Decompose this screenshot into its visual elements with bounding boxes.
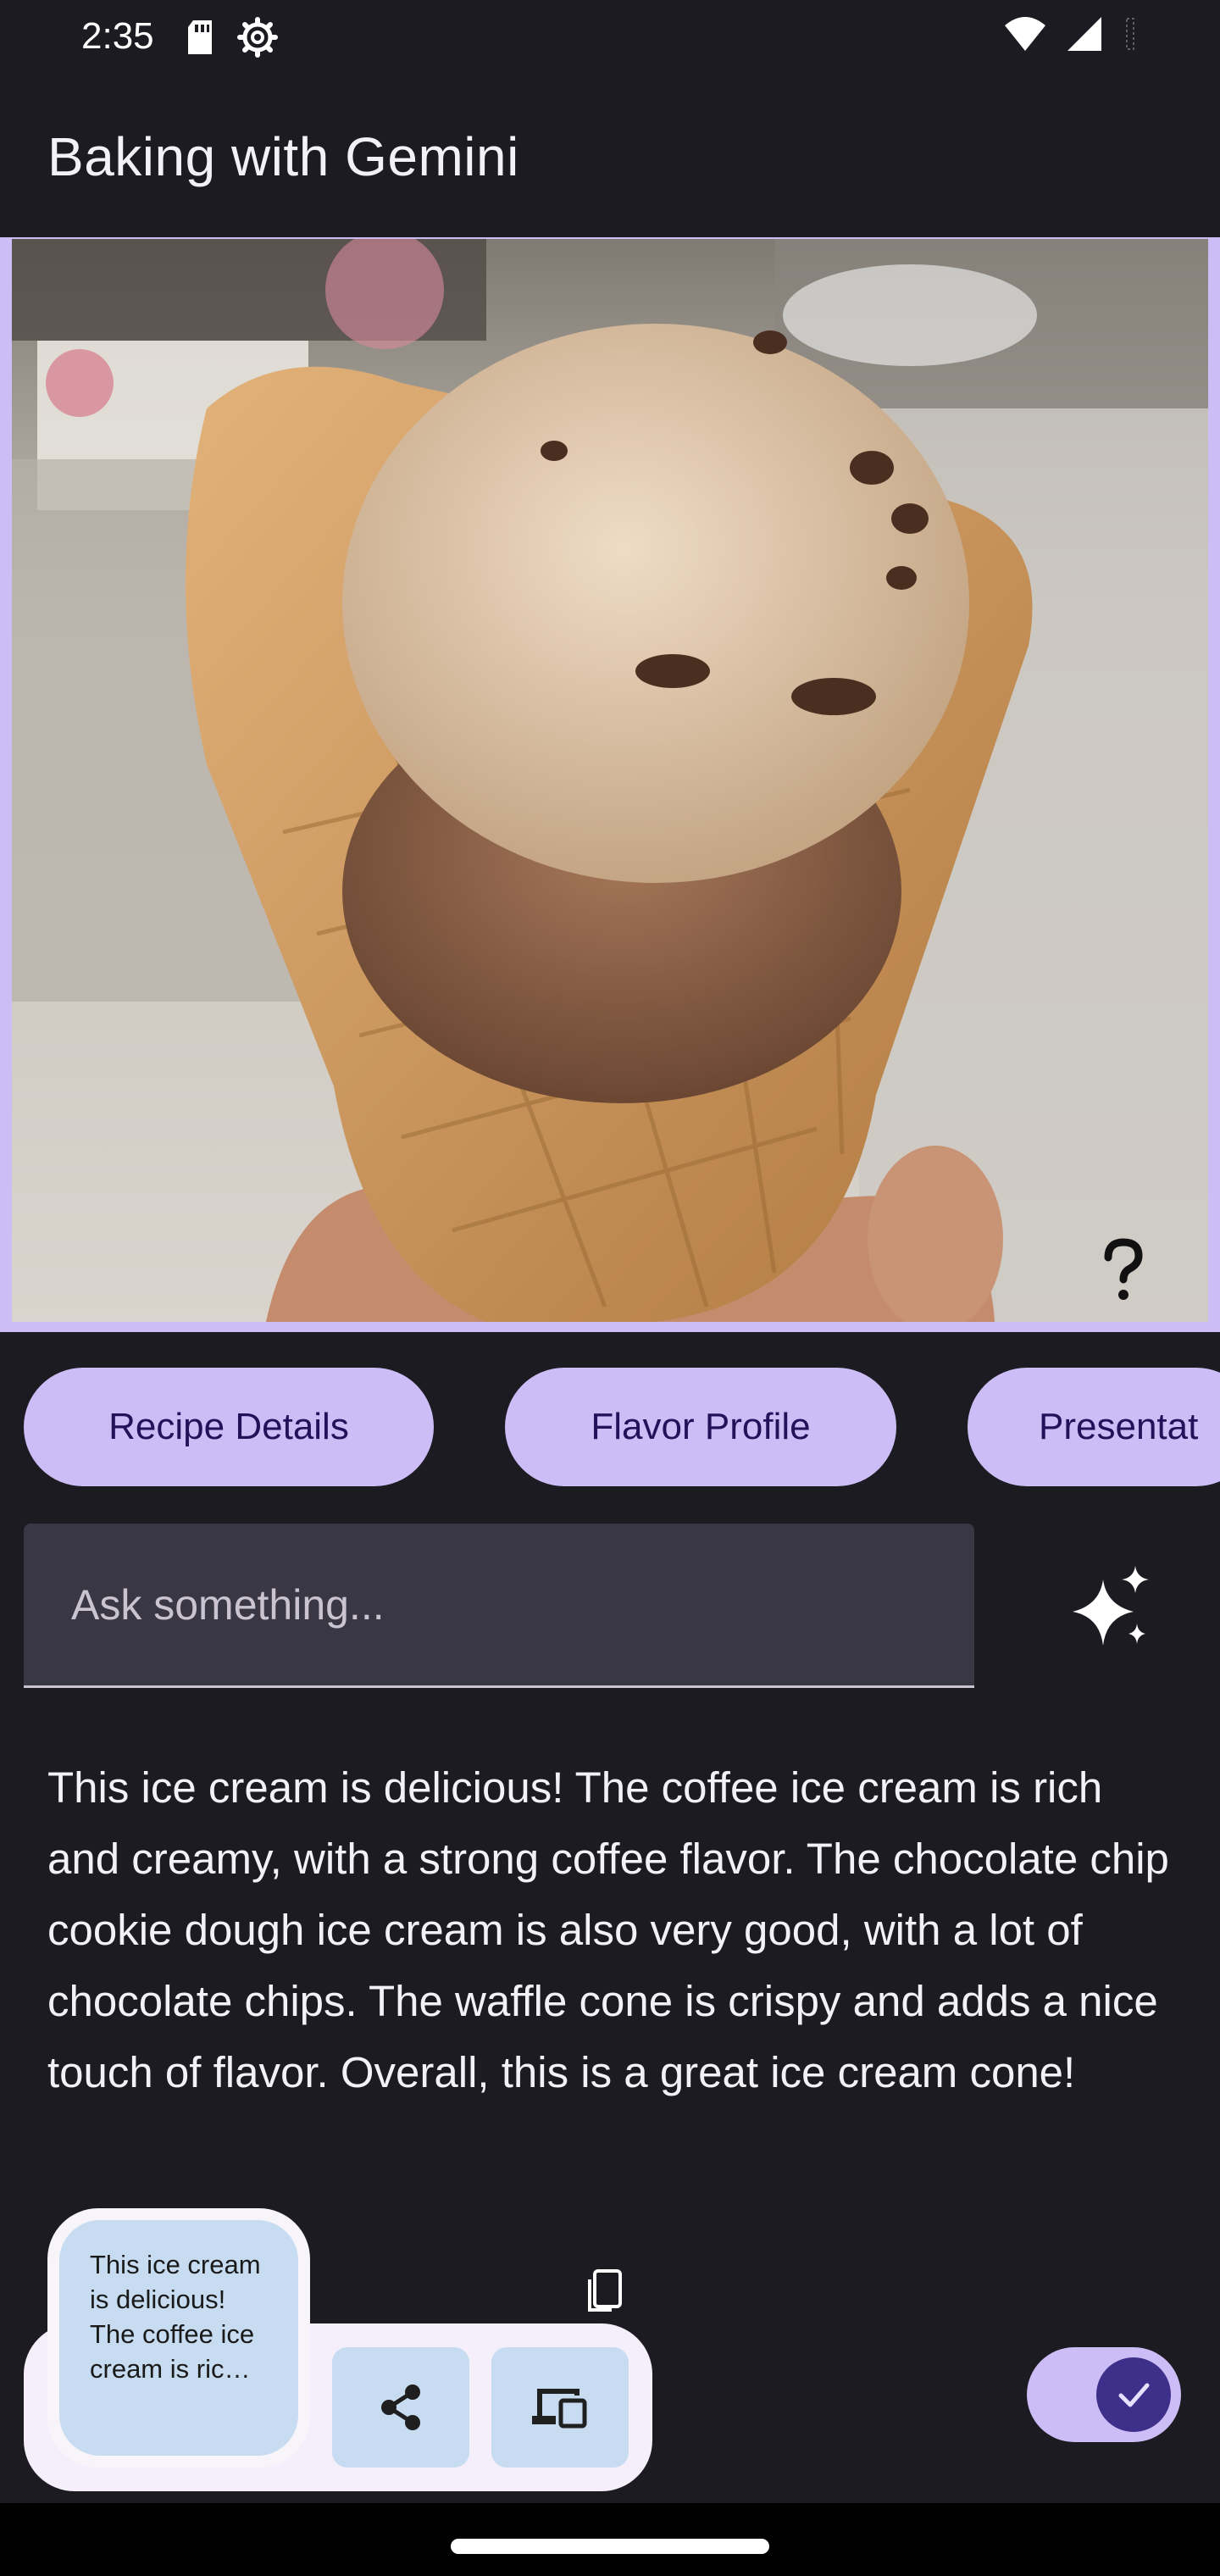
devices-icon (532, 2389, 587, 2429)
clipboard-preview-text: This ice cream is delicious! The coffee … (59, 2220, 298, 2456)
send-to-device-button[interactable] (491, 2347, 629, 2468)
sparkle-icon (1073, 1566, 1149, 1646)
ice-cream-image[interactable] (12, 239, 1208, 1322)
check-icon (1118, 2383, 1150, 2407)
help-question-icon[interactable] (1090, 1235, 1157, 1303)
status-left-icons (185, 17, 278, 58)
toggle-knob (1096, 2357, 1171, 2432)
sd-card-icon (188, 20, 212, 54)
app-title: Baking with Gemini (47, 126, 519, 187)
share-icon (381, 2384, 420, 2430)
navigation-bar (0, 2503, 1220, 2576)
share-button[interactable] (332, 2347, 469, 2468)
toggle-switch[interactable] (1027, 2347, 1181, 2442)
clipboard-preview[interactable]: This ice cream is delicious! The coffee … (47, 2208, 310, 2468)
ice-cream-illustration (12, 239, 1208, 1322)
settings-icon (237, 17, 278, 58)
copy-icon[interactable] (586, 2268, 629, 2313)
selected-image-frame[interactable] (0, 237, 1220, 1332)
response-text: This ice cream is delicious! The coffee … (47, 1763, 1169, 2096)
status-bar: 2:35 (0, 0, 1220, 78)
cellular-signal-icon (1068, 17, 1101, 51)
prompt-field[interactable] (24, 1524, 974, 1688)
suggestion-chips: Recipe Details Flavor Profile Presentat (0, 1368, 1220, 1488)
wifi-icon (1005, 17, 1045, 51)
status-right-icons (1003, 15, 1139, 53)
status-time: 2:35 (81, 15, 154, 57)
app-bar: Baking with Gemini (0, 78, 1220, 237)
home-gesture-handle[interactable] (451, 2539, 769, 2554)
chip-presentation[interactable]: Presentat (968, 1368, 1220, 1486)
generate-button[interactable] (1059, 1557, 1161, 1659)
chip-recipe-details[interactable]: Recipe Details (24, 1368, 434, 1486)
chip-flavor-profile[interactable]: Flavor Profile (505, 1368, 896, 1486)
battery-icon (1126, 18, 1134, 50)
prompt-input[interactable] (71, 1574, 918, 1635)
